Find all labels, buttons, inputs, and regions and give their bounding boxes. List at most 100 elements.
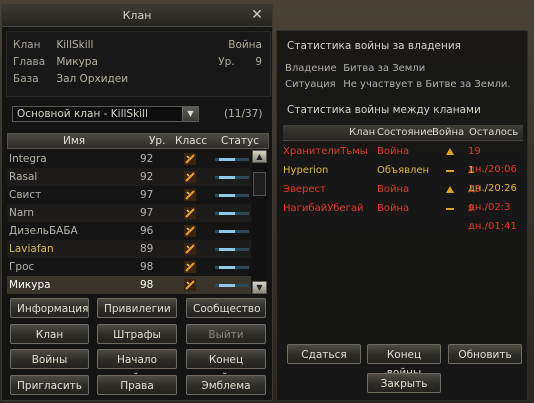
col-class[interactable]: Класс bbox=[175, 134, 207, 148]
clan-base-row: База Зал Орхидеи bbox=[13, 71, 128, 87]
member-level: 92 bbox=[140, 153, 154, 165]
possession-value: Битва за Земли bbox=[343, 63, 426, 74]
member-name: Грос bbox=[9, 261, 35, 273]
invite-button[interactable]: Пригласить bbox=[10, 375, 89, 395]
scroll-thumb[interactable] bbox=[253, 172, 266, 196]
war-state: Война bbox=[377, 184, 410, 195]
status-bar-icon bbox=[215, 212, 249, 215]
clan-window-titlebar[interactable]: Клан ✕ bbox=[2, 5, 272, 27]
info-button[interactable]: Информация bbox=[10, 298, 89, 318]
possession-row: Владение Битва за Земли bbox=[285, 61, 425, 77]
member-row[interactable]: Integra 92 bbox=[7, 150, 251, 168]
class-icon bbox=[184, 225, 196, 237]
member-level: 98 bbox=[140, 279, 154, 291]
member-row[interactable]: Narn 97 bbox=[7, 204, 251, 222]
member-level: 97 bbox=[140, 207, 154, 219]
war-clan-name: Hyperion bbox=[283, 165, 329, 176]
member-name: Микура bbox=[9, 279, 51, 291]
community-button[interactable]: Сообщество bbox=[186, 298, 266, 318]
member-row[interactable]: Laviafan 89 bbox=[7, 240, 251, 258]
status-bar-icon bbox=[215, 158, 249, 161]
member-row[interactable]: Rasal 92 bbox=[7, 168, 251, 186]
members-scrollbar[interactable]: ▲ ▼ bbox=[252, 150, 267, 294]
war-clan-name: ХранителиТьмы bbox=[283, 146, 368, 157]
war-flag bbox=[446, 186, 454, 196]
scroll-down-icon[interactable]: ▼ bbox=[252, 281, 267, 294]
member-name: ДизельБАБА bbox=[9, 225, 78, 237]
class-icon bbox=[184, 189, 196, 201]
emblem-button[interactable]: Эмблема bbox=[186, 375, 266, 395]
close-button[interactable]: Закрыть bbox=[367, 373, 441, 393]
wars-button[interactable]: Войны bbox=[10, 349, 89, 369]
status-bar-icon bbox=[215, 230, 249, 233]
col-status[interactable]: Статус bbox=[221, 134, 259, 148]
class-icon bbox=[184, 207, 196, 219]
clan-level: Ур. 9 bbox=[218, 54, 262, 70]
status-bar-icon bbox=[215, 266, 249, 269]
member-name: Narn bbox=[9, 207, 35, 219]
chevron-down-icon[interactable]: ▼ bbox=[182, 107, 198, 121]
col-state[interactable]: Состояние bbox=[377, 125, 433, 140]
war-row[interactable]: Hyperion Объявлен 1 дн./20:26 bbox=[283, 162, 523, 194]
war-state: Война bbox=[377, 203, 410, 214]
member-name: Rasal bbox=[9, 171, 38, 183]
war-row[interactable]: Эверест Война 13 дн./02:3 bbox=[283, 181, 523, 213]
col-clan[interactable]: Клан bbox=[349, 125, 375, 140]
start-war-button[interactable]: Начало войны bbox=[97, 349, 177, 384]
level-label: Ур. bbox=[218, 56, 235, 68]
war-row[interactable]: ХранителиТьмы Война 19 дн./20:06 bbox=[283, 143, 523, 175]
war-statistics-window: Статистика войны за владения Владение Би… bbox=[276, 30, 528, 401]
clan-window-title: Клан bbox=[122, 9, 152, 22]
class-icon bbox=[184, 243, 196, 255]
clan-war-title: Статистика войны между кланами bbox=[287, 104, 481, 116]
situation-value: Не участвует в Битве за Земли. bbox=[343, 79, 511, 90]
war-up-icon bbox=[446, 186, 454, 193]
clan-leader-row: Глава Микура bbox=[13, 54, 98, 70]
war-state: Объявлен bbox=[377, 165, 430, 176]
class-icon bbox=[184, 279, 196, 291]
war-remaining: 9 дн./01:41 bbox=[468, 203, 517, 232]
end-war-button[interactable]: Конец войны bbox=[186, 349, 266, 384]
member-name: Laviafan bbox=[9, 243, 54, 255]
class-icon bbox=[184, 153, 196, 165]
subclan-select[interactable]: Основной клан - KillSkill ▼ bbox=[12, 106, 199, 122]
scroll-up-icon[interactable]: ▲ bbox=[252, 150, 267, 163]
member-row[interactable]: Микура 98 bbox=[7, 276, 251, 294]
member-row[interactable]: Свист 97 bbox=[7, 186, 251, 204]
refresh-button[interactable]: Обновить bbox=[448, 344, 522, 364]
col-name[interactable]: Имя bbox=[63, 134, 85, 148]
member-level: 92 bbox=[140, 171, 154, 183]
surrender-button[interactable]: Сдаться bbox=[287, 344, 361, 364]
war-dash-icon bbox=[446, 170, 454, 172]
member-level: 98 bbox=[140, 261, 154, 273]
col-war[interactable]: Война bbox=[432, 125, 464, 140]
leave-button[interactable]: Выйти bbox=[186, 324, 266, 344]
clan-button[interactable]: Клан bbox=[10, 324, 89, 344]
privileges-button[interactable]: Привилегии bbox=[97, 298, 177, 318]
clan-status: Война bbox=[228, 39, 262, 51]
base-label: База bbox=[13, 73, 39, 85]
war-row[interactable]: НагибайУбегай Война 9 дн./01:41 bbox=[283, 200, 523, 232]
wars-table-header: Клан Состояние Война Осталось bbox=[283, 125, 523, 141]
penalties-button[interactable]: Штрафы bbox=[97, 324, 177, 344]
col-remaining[interactable]: Осталось bbox=[469, 125, 518, 140]
level-value: 9 bbox=[255, 56, 262, 68]
territory-war-title: Статистика войны за владения bbox=[287, 40, 461, 52]
war-flag bbox=[446, 167, 454, 177]
rights-button[interactable]: Права bbox=[97, 375, 177, 395]
status-bar-icon bbox=[215, 194, 249, 197]
member-row[interactable]: ДизельБАБА 96 bbox=[7, 222, 251, 240]
clan-window: Клан ✕ Клан KillSkill Война Глава Микура… bbox=[1, 4, 273, 401]
end-war-request-button[interactable]: Конец войны bbox=[367, 344, 441, 379]
col-level[interactable]: Ур. bbox=[149, 134, 165, 148]
close-icon[interactable]: ✕ bbox=[250, 8, 264, 22]
status-bar-icon bbox=[215, 284, 249, 287]
situation-label: Ситуация bbox=[285, 79, 336, 90]
class-icon bbox=[184, 261, 196, 273]
subclan-select-value: Основной клан - KillSkill bbox=[17, 108, 148, 120]
clan-name-row: Клан KillSkill bbox=[13, 37, 93, 53]
member-row[interactable]: Грос 98 bbox=[7, 258, 251, 276]
member-level: 89 bbox=[140, 243, 154, 255]
clan-label: Клан bbox=[13, 39, 41, 51]
war-flag bbox=[446, 205, 454, 215]
